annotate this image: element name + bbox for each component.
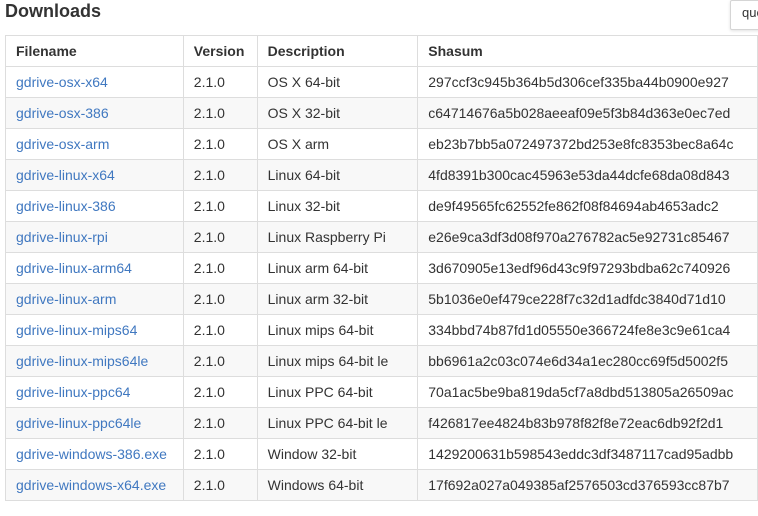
table-row: gdrive-linux-rpi 2.1.0 Linux Raspberry Pi e… bbox=[5, 221, 758, 253]
version-cell: 2.1.0 bbox=[182, 221, 258, 253]
download-link[interactable]: gdrive-linux-x64 bbox=[16, 167, 115, 183]
filename-cell: gdrive-linux-arm64 bbox=[5, 252, 184, 284]
shasum-cell: 17f692a027a049385af2576503cd376593cc87b7 bbox=[417, 469, 758, 501]
description-cell: OS X arm bbox=[256, 128, 419, 160]
shasum-cell: c64714676a5b028aeeaf09e5f3b84d363e0ec7ed bbox=[417, 97, 758, 129]
filename-cell: gdrive-linux-ppc64 bbox=[5, 376, 184, 408]
version-cell: 2.1.0 bbox=[182, 438, 258, 470]
version-cell: 2.1.0 bbox=[182, 128, 258, 160]
description-cell: Linux arm 32-bit bbox=[256, 283, 419, 315]
table-header-row: Filename Version Description Shasum bbox=[5, 35, 758, 67]
search-input[interactable]: que bbox=[730, 0, 758, 30]
description-cell: Linux 32-bit bbox=[256, 190, 419, 222]
table-row: gdrive-osx-x64 2.1.0 OS X 64-bit 297ccf3c94… bbox=[5, 66, 758, 98]
download-link[interactable]: gdrive-linux-arm64 bbox=[16, 260, 132, 276]
download-link[interactable]: gdrive-linux-rpi bbox=[16, 229, 108, 245]
shasum-cell: 4fd8391b300cac45963e53da44dcfe68da08d843 bbox=[417, 159, 758, 191]
download-link[interactable]: gdrive-windows-x64.exe bbox=[16, 477, 166, 493]
column-header-description: Description bbox=[256, 35, 419, 67]
table-row: gdrive-osx-arm 2.1.0 OS X arm eb23b7bb5a072… bbox=[5, 128, 758, 160]
column-header-version: Version bbox=[182, 35, 258, 67]
version-cell: 2.1.0 bbox=[182, 252, 258, 284]
download-link[interactable]: gdrive-linux-arm bbox=[16, 291, 116, 307]
description-cell: Linux PPC 64-bit bbox=[256, 376, 419, 408]
table-row: gdrive-windows-386.exe 2.1.0 Window 32-bit… bbox=[5, 438, 758, 470]
shasum-cell: 3d670905e13edf96d43c9f97293bdba62c740926 bbox=[417, 252, 758, 284]
version-cell: 2.1.0 bbox=[182, 159, 258, 191]
table-row: gdrive-linux-ppc64le 2.1.0 Linux PPC 64-bi… bbox=[5, 407, 758, 439]
filename-cell: gdrive-windows-x64.exe bbox=[5, 469, 184, 501]
shasum-cell: 334bbd74b87fd1d05550e366724fe8e3c9e61ca4 bbox=[417, 314, 758, 346]
table-row: gdrive-linux-mips64le 2.1.0 Linux mips 64-… bbox=[5, 345, 758, 377]
download-link[interactable]: gdrive-linux-mips64le bbox=[16, 353, 148, 369]
download-link[interactable]: gdrive-osx-386 bbox=[16, 105, 109, 121]
version-cell: 2.1.0 bbox=[182, 345, 258, 377]
description-cell: Linux PPC 64-bit le bbox=[256, 407, 419, 439]
filename-cell: gdrive-osx-386 bbox=[5, 97, 184, 129]
table-row: gdrive-linux-arm 2.1.0 Linux arm 32-bit 5b1… bbox=[5, 283, 758, 315]
description-cell: Linux Raspberry Pi bbox=[256, 221, 419, 253]
table-row: gdrive-linux-mips64 2.1.0 Linux mips 64-bi… bbox=[5, 314, 758, 346]
version-cell: 2.1.0 bbox=[182, 314, 258, 346]
table-row: gdrive-linux-arm64 2.1.0 Linux arm 64-bit 3… bbox=[5, 252, 758, 284]
filename-cell: gdrive-linux-arm bbox=[5, 283, 184, 315]
version-cell: 2.1.0 bbox=[182, 376, 258, 408]
filename-cell: gdrive-osx-x64 bbox=[5, 66, 184, 98]
description-cell: Linux 64-bit bbox=[256, 159, 419, 191]
shasum-cell: eb23b7bb5a072497372bd253e8fc8353bec8a64c bbox=[417, 128, 758, 160]
description-cell: Linux arm 64-bit bbox=[256, 252, 419, 284]
table-row: gdrive-linux-ppc64 2.1.0 Linux PPC 64-bit 7… bbox=[5, 376, 758, 408]
download-link[interactable]: gdrive-linux-ppc64 bbox=[16, 384, 130, 400]
page-title: Downloads bbox=[5, 1, 102, 21]
filename-cell: gdrive-linux-rpi bbox=[5, 221, 184, 253]
download-link[interactable]: gdrive-windows-386.exe bbox=[16, 446, 167, 462]
filename-cell: gdrive-linux-ppc64le bbox=[5, 407, 184, 439]
description-cell: Linux mips 64-bit bbox=[256, 314, 419, 346]
filename-cell: gdrive-osx-arm bbox=[5, 128, 184, 160]
version-cell: 2.1.0 bbox=[182, 283, 258, 315]
description-cell: OS X 64-bit bbox=[256, 66, 419, 98]
downloads-table: Filename Version Description Shasum gdri… bbox=[5, 35, 758, 501]
filename-cell: gdrive-linux-mips64 bbox=[5, 314, 184, 346]
column-header-filename: Filename bbox=[5, 35, 184, 67]
version-cell: 2.1.0 bbox=[182, 190, 258, 222]
table-row: gdrive-windows-x64.exe 2.1.0 Windows 64-bi… bbox=[5, 469, 758, 501]
shasum-cell: 5b1036e0ef479ce228f7c32d1adfdc3840d71d10 bbox=[417, 283, 758, 315]
table-row: gdrive-osx-386 2.1.0 OS X 32-bit c64714676a… bbox=[5, 97, 758, 129]
shasum-cell: e26e9ca3df3d08f970a276782ac5e92731c85467 bbox=[417, 221, 758, 253]
shasum-cell: bb6961a2c03c074e6d34a1ec280cc69f5d5002f5 bbox=[417, 345, 758, 377]
download-link[interactable]: gdrive-linux-ppc64le bbox=[16, 415, 141, 431]
version-cell: 2.1.0 bbox=[182, 407, 258, 439]
table-row: gdrive-linux-x64 2.1.0 Linux 64-bit 4fd8391… bbox=[5, 159, 758, 191]
description-cell: Window 32-bit bbox=[256, 438, 419, 470]
description-cell: OS X 32-bit bbox=[256, 97, 419, 129]
download-link[interactable]: gdrive-linux-386 bbox=[16, 198, 116, 214]
version-cell: 2.1.0 bbox=[182, 66, 258, 98]
description-cell: Linux mips 64-bit le bbox=[256, 345, 419, 377]
version-cell: 2.1.0 bbox=[182, 469, 258, 501]
download-link[interactable]: gdrive-osx-arm bbox=[16, 136, 109, 152]
description-cell: Windows 64-bit bbox=[256, 469, 419, 501]
shasum-cell: 297ccf3c945b364b5d306cef335ba44b0900e927 bbox=[417, 66, 758, 98]
version-cell: 2.1.0 bbox=[182, 97, 258, 129]
download-link[interactable]: gdrive-linux-mips64 bbox=[16, 322, 137, 338]
shasum-cell: f426817ee4824b83b978f82f8e72eac6db92f2d1 bbox=[417, 407, 758, 439]
shasum-cell: 1429200631b598543eddc3df3487117cad95adbb bbox=[417, 438, 758, 470]
column-header-shasum: Shasum bbox=[417, 35, 758, 67]
filename-cell: gdrive-linux-x64 bbox=[5, 159, 184, 191]
table-row: gdrive-linux-386 2.1.0 Linux 32-bit de9f495… bbox=[5, 190, 758, 222]
shasum-cell: 70a1ac5be9ba819da5cf7a8dbd513805a26509ac bbox=[417, 376, 758, 408]
filename-cell: gdrive-windows-386.exe bbox=[5, 438, 184, 470]
shasum-cell: de9f49565fc62552fe862f08f84694ab4653adc2 bbox=[417, 190, 758, 222]
filename-cell: gdrive-linux-mips64le bbox=[5, 345, 184, 377]
download-link[interactable]: gdrive-osx-x64 bbox=[16, 74, 108, 90]
filename-cell: gdrive-linux-386 bbox=[5, 190, 184, 222]
